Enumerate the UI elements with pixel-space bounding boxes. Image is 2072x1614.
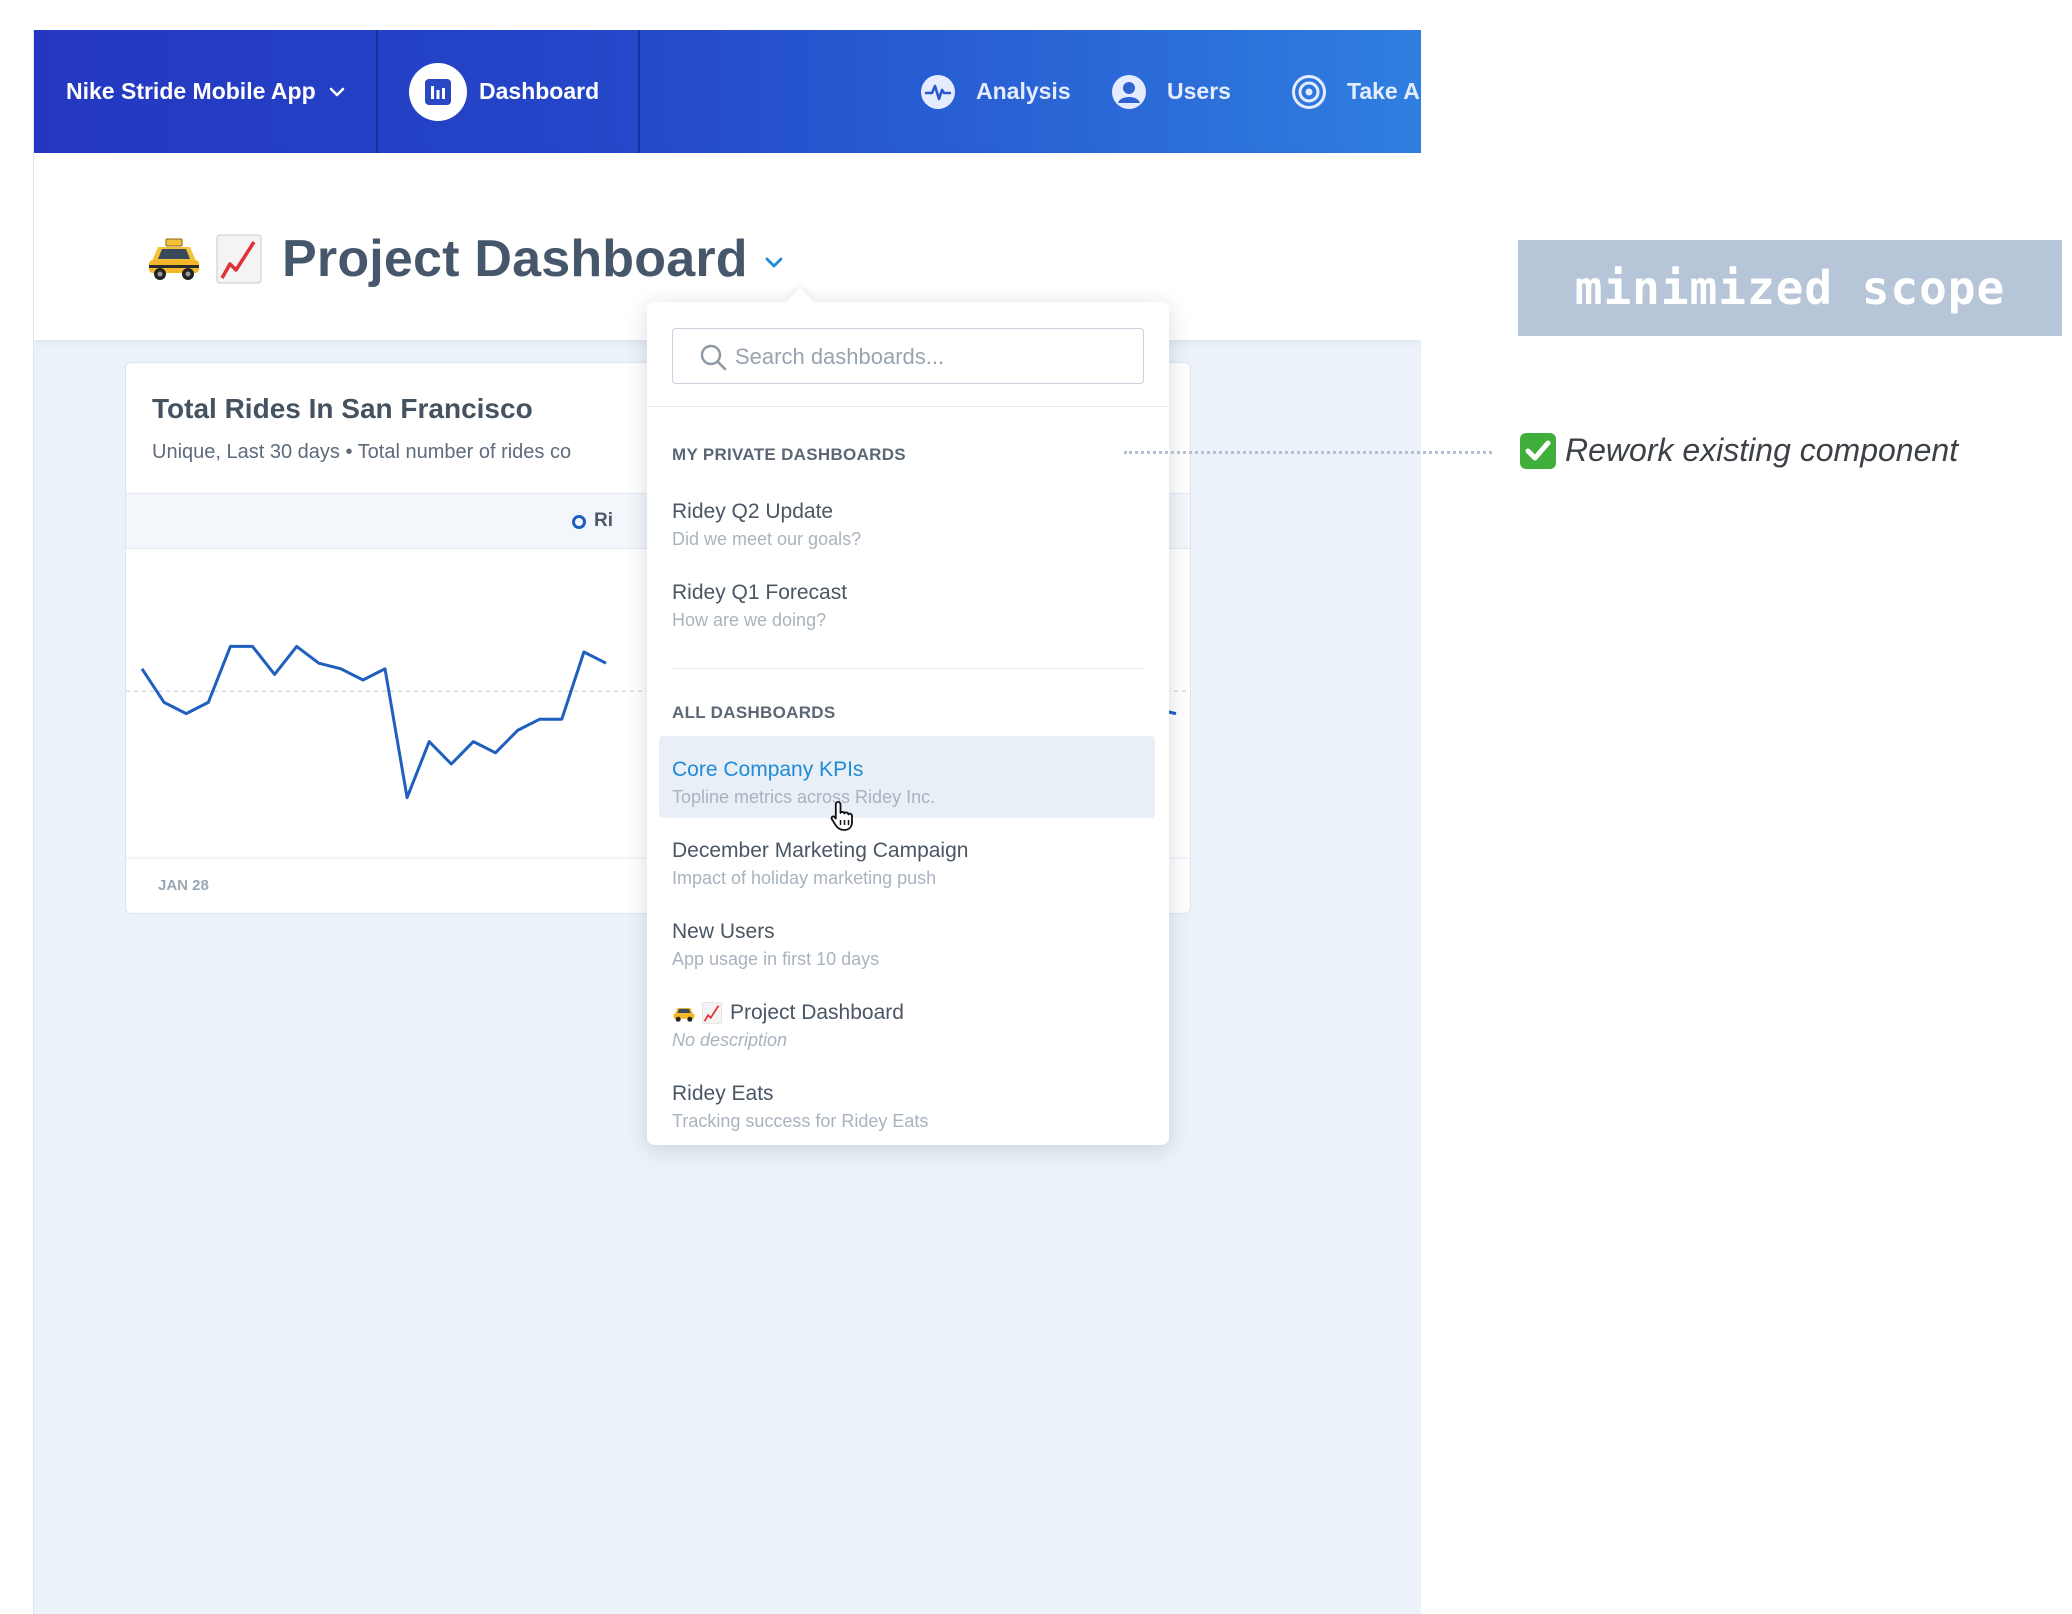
dashboard-item[interactable]: Ridey Eats Tracking success for Ridey Ea… [659,1060,1155,1142]
section-heading-private: MY PRIVATE DASHBOARDS [672,445,906,464]
app-window: Nike Stride Mobile App Dashboard Analysi… [33,30,1421,1614]
dashboard-title-row[interactable]: Project Dashboard [146,229,784,289]
user-icon [1112,74,1146,109]
dashboard-item-title-row: Project Dashboard [672,1001,904,1025]
dashboard-item-title: Ridey Q1 Forecast [672,581,848,604]
x-tick-label: JAN 28 [158,877,209,894]
dashboard-item-title: Project Dashboard [730,1001,904,1024]
pulse-icon [921,74,955,109]
annotation-note: Rework existing component [1565,432,1959,468]
dashboard-item-title: December Marketing Campaign [672,839,969,862]
dashboard-item[interactable]: Project Dashboard No description [659,979,1155,1061]
dashboard-item-description: No description [672,1030,788,1050]
dashboard-item-title: New Users [672,920,775,943]
dashboard-item-description: Tracking success for Ridey Eats [672,1111,929,1131]
page-title: Project Dashboard [282,230,748,288]
nav-separator [376,30,378,153]
scope-annotation: minimized scope [1518,240,2062,336]
chart-increasing-icon [702,1002,722,1024]
project-switcher[interactable]: Nike Stride Mobile App [66,30,346,153]
dashboard-item-description: App usage in first 10 days [672,949,880,969]
check-box-icon [1520,433,1556,469]
target-icon [1292,74,1326,109]
dashboard-switcher-dropdown: MY PRIVATE DASHBOARDS Ridey Q2 Update Di… [647,287,1169,1145]
dashboard-item[interactable]: Ridey Q1 Forecast How are we doing? [659,559,1155,641]
dashboard-item-description: How are we doing? [672,610,827,630]
chevron-down-icon [329,87,344,96]
dashboard-item-title: Ridey Eats [672,1082,774,1105]
dashboard-item[interactable]: December Marketing Campaign Impact of ho… [659,817,1155,899]
chart-increasing-icon [216,234,262,284]
search-icon [700,344,727,371]
nav-tab-dashboard-label: Dashboard [479,78,600,104]
dashboard-item[interactable]: New Users App usage in first 10 days [659,898,1155,980]
dashboard-item-description: Impact of holiday marketing push [672,868,937,888]
nav-tab-analysis-label: Analysis [976,78,1071,104]
dashboard-item-description: Topline metrics across Ridey Inc. [672,787,936,807]
nav-tab-users-label: Users [1167,78,1231,104]
divider [672,668,1144,669]
annotation-leader-line [1124,451,1492,454]
scope-label: minimized scope [1574,261,2006,315]
nav-tab-users[interactable]: Users [1111,30,1231,153]
search-input[interactable] [733,329,1137,385]
title-emoji [146,234,262,284]
nav-tab-analysis[interactable]: Analysis [920,30,1071,153]
dashboard-item[interactable]: Ridey Q2 Update Did we meet our goals? [659,478,1155,560]
chevron-down-icon[interactable] [764,256,784,270]
taxi-icon [673,1008,695,1022]
dashboard-item-title: Core Company KPIs [672,758,864,781]
series-line-segment [140,644,607,800]
divider [647,406,1169,407]
dashboard-icon [409,62,467,121]
nav-separator [638,30,640,153]
chart-title: Total Rides In San Francisco [152,393,533,424]
search-field[interactable] [672,328,1144,385]
nav-tab-take-action[interactable]: Take A [1291,30,1420,153]
hand-cursor-icon [830,801,853,831]
dashboard-item-description: Did we meet our goals? [672,529,862,549]
nav-tab-take-label: Take A [1347,78,1420,104]
chart-subtitle: Unique, Last 30 days • Total number of r… [152,441,572,463]
section-heading-all: ALL DASHBOARDS [672,703,836,722]
taxi-icon [149,238,199,280]
dashboard-item-core-company-kpis[interactable]: Core Company KPIs Topline metrics across… [659,736,1155,818]
top-navigation: Nike Stride Mobile App Dashboard Analysi… [34,30,1421,153]
nav-tab-dashboard[interactable]: Dashboard [409,30,599,153]
legend-label: Ri [594,510,613,531]
dashboard-item-title: Ridey Q2 Update [672,500,834,523]
legend-marker [572,515,586,529]
project-name: Nike Stride Mobile App [66,78,316,104]
